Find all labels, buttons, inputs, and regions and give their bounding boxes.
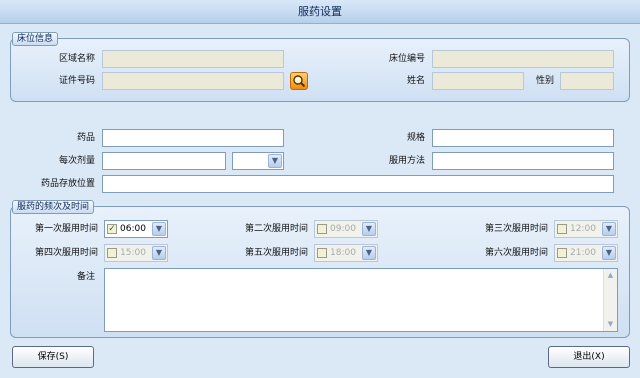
name-field[interactable]: [432, 72, 524, 90]
time-4-checkbox[interactable]: [107, 248, 117, 258]
dose-label: 每次剂量: [58, 156, 95, 166]
bed-info-group: [10, 38, 630, 102]
id-search-button[interactable]: [290, 72, 308, 90]
gender-label: 性别: [535, 76, 554, 86]
notes-label: 备注: [76, 272, 95, 282]
time-4-value: 15:00: [120, 248, 146, 258]
time-1-checkbox[interactable]: ✓: [107, 224, 117, 234]
notes-textarea[interactable]: ▲ ▼: [104, 268, 618, 332]
bed-no-field[interactable]: [432, 50, 614, 68]
chevron-down-icon[interactable]: ▼: [362, 222, 376, 236]
time-3-value: 12:00: [570, 224, 596, 234]
drug-label: 药品: [76, 133, 95, 143]
time-2-picker[interactable]: 09:00 ▼: [314, 220, 378, 238]
spec-field[interactable]: [432, 129, 614, 147]
scroll-up-icon[interactable]: ▲: [604, 269, 617, 282]
time-3-picker[interactable]: 12:00 ▼: [554, 220, 618, 238]
time-2-value: 09:00: [330, 224, 356, 234]
name-label: 姓名: [406, 76, 425, 86]
time-5-checkbox[interactable]: [317, 248, 327, 258]
bed-info-legend: 床位信息: [12, 32, 59, 46]
id-no-label: 证件号码: [58, 76, 95, 86]
chevron-down-icon[interactable]: ▼: [268, 154, 282, 168]
chevron-down-icon[interactable]: ▼: [152, 246, 166, 260]
method-field[interactable]: [432, 152, 614, 170]
time-2-label: 第二次服用时间: [244, 224, 308, 234]
time-5-value: 18:00: [330, 248, 356, 258]
chevron-down-icon[interactable]: ▼: [602, 222, 616, 236]
chevron-down-icon[interactable]: ▼: [362, 246, 376, 260]
time-3-checkbox[interactable]: [557, 224, 567, 234]
window-title: 服药设置: [0, 0, 640, 24]
drug-field[interactable]: [102, 129, 284, 147]
time-4-picker[interactable]: 15:00 ▼: [104, 244, 168, 262]
spec-label: 规格: [406, 133, 425, 143]
dose-unit-select[interactable]: ▼: [232, 152, 284, 170]
location-label: 药品存放位置: [40, 179, 95, 189]
method-label: 服用方法: [388, 156, 425, 166]
scroll-down-icon[interactable]: ▼: [604, 318, 617, 331]
area-name-label: 区域名称: [58, 54, 95, 64]
time-2-checkbox[interactable]: [317, 224, 327, 234]
gender-field[interactable]: [560, 72, 614, 90]
time-6-label: 第六次服用时间: [484, 248, 548, 258]
time-6-checkbox[interactable]: [557, 248, 567, 258]
time-5-label: 第五次服用时间: [244, 248, 308, 258]
time-6-value: 21:00: [570, 248, 596, 258]
bed-no-label: 床位编号: [388, 54, 425, 64]
time-1-label: 第一次服用时间: [34, 224, 98, 234]
chevron-down-icon[interactable]: ▼: [152, 222, 166, 236]
location-field[interactable]: [102, 175, 614, 193]
notes-scrollbar[interactable]: ▲ ▼: [603, 269, 617, 331]
dose-field[interactable]: [102, 152, 226, 170]
id-no-field[interactable]: [102, 72, 284, 90]
time-5-picker[interactable]: 18:00 ▼: [314, 244, 378, 262]
time-4-label: 第四次服用时间: [34, 248, 98, 258]
magnifier-icon: [293, 75, 306, 88]
time-3-label: 第三次服用时间: [484, 224, 548, 234]
schedule-legend: 服药的频次及时间: [12, 200, 95, 214]
time-1-picker[interactable]: ✓ 06:00 ▼: [104, 220, 168, 238]
time-1-value: 06:00: [120, 224, 146, 234]
area-name-field[interactable]: [102, 50, 284, 68]
save-button[interactable]: 保存(S): [12, 346, 94, 368]
exit-button[interactable]: 退出(X): [548, 346, 630, 368]
chevron-down-icon[interactable]: ▼: [602, 246, 616, 260]
time-6-picker[interactable]: 21:00 ▼: [554, 244, 618, 262]
